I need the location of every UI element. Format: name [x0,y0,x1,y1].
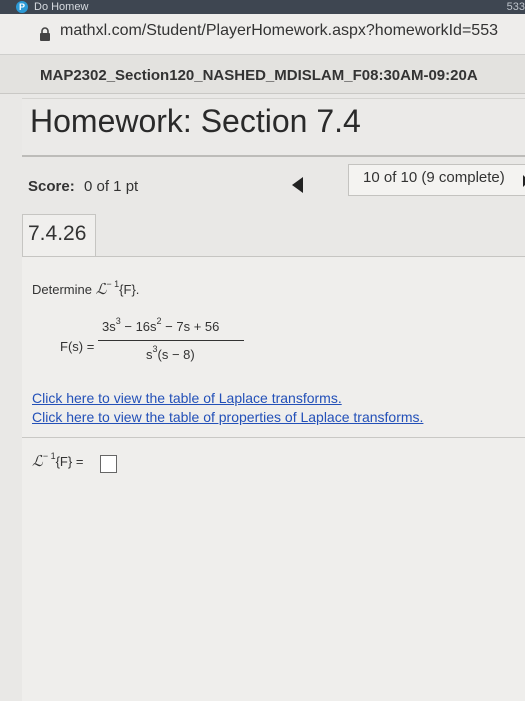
den-term-1: s [146,347,153,362]
inverse-exponent: − 1 [106,279,120,289]
function-label: F(s) = [60,339,95,354]
previous-question-button[interactable] [292,177,303,193]
answer-label: ℒ− 1{F} = [32,451,84,471]
num-term-2: − 16s [120,319,157,334]
fraction-numerator: 3s3 − 16s2 − 7s + 56 [102,316,220,334]
url-text[interactable]: mathxl.com/Student/PlayerHomework.aspx?h… [60,22,498,40]
score-value: 0 of 1 pt [84,178,139,195]
determine-prefix: Determine [32,282,96,297]
den-exp-1: 3 [152,344,158,354]
num-exp-2: 2 [156,316,162,326]
fraction-denominator: s3(s − 8) [146,344,195,362]
num-term-1: 3s [102,319,116,334]
question-prompt: Determine ℒ− 1{F}. [32,279,140,299]
laplace-symbol: ℒ [95,282,107,298]
answer-suffix: {F} = [55,454,84,469]
answer-laplace-symbol: ℒ [32,454,43,470]
lock-icon [39,27,51,41]
score-label: Score: [28,178,75,195]
progress-text: 10 of 10 (9 complete) [363,169,505,186]
tab-url-tail: 533 [506,1,525,13]
den-term-2: (s − 8) [157,347,195,362]
question-selector[interactable]: 10 of 10 (9 complete) [348,164,525,196]
browser-tab-bar: P Do Homew 533 [0,0,525,14]
fraction-bar [98,340,244,341]
pearson-logo-icon: P [16,1,28,13]
answer-input[interactable] [100,455,117,473]
divider [22,437,525,438]
laplace-properties-link[interactable]: Click here to view the table of properti… [32,409,423,425]
num-exp-1: 3 [115,316,121,326]
address-bar[interactable]: mathxl.com/Student/PlayerHomework.aspx?h… [0,14,525,55]
laplace-table-link[interactable]: Click here to view the table of Laplace … [32,390,342,406]
question-panel: Determine ℒ− 1{F}. F(s) = 3s3 − 16s2 − 7… [22,256,525,701]
question-number: 7.4.26 [28,222,87,245]
score-row: Score: 0 of 1 pt 10 of 10 (9 complete) [22,158,525,208]
course-header: MAP2302_Section120_NASHED_MDISLAM_F08:30… [0,55,525,94]
homework-header: Homework: Section 7.4 [22,98,525,157]
answer-inverse-exponent: − 1 [42,451,56,461]
question-number-box: 7.4.26 [22,214,96,258]
num-term-3: − 7s + 56 [161,319,220,334]
course-title: MAP2302_Section120_NASHED_MDISLAM_F08:30… [40,67,478,84]
homework-title: Homework: Section 7.4 [30,103,361,139]
tab-title[interactable]: Do Homew [34,0,88,14]
determine-suffix: {F}. [119,282,140,297]
